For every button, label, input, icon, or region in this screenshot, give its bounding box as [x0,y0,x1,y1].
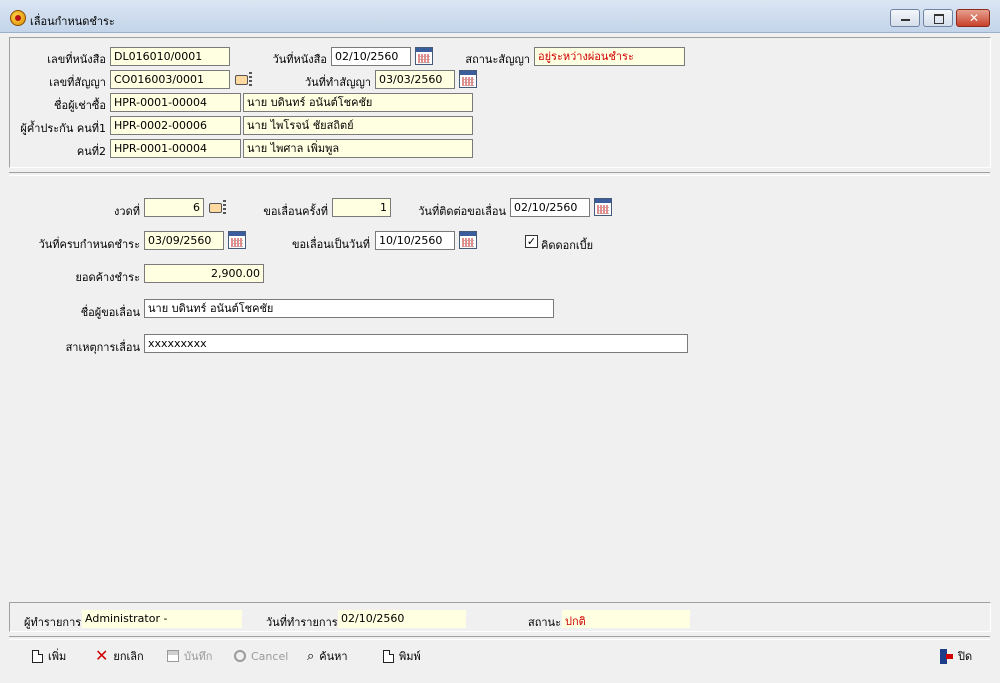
save-button[interactable]: บันทึก [167,645,212,667]
doc-date-calendar-icon[interactable] [415,47,433,65]
outstanding-field: 2,900.00 [144,264,264,283]
print-button[interactable]: พิมพ์ [383,645,421,667]
new-document-icon [32,649,43,663]
charge-interest-label: คิดดอกเบี้ย [541,239,594,252]
buyer-label: ชื่อผู้เช่าซื้อ [54,99,106,112]
guarantor1-code-field[interactable]: HPR-0002-00006 [110,116,241,135]
contract-lookup-pointer-icon[interactable] [235,72,253,86]
contract-date-label: วันที่ทำสัญญา [304,76,371,89]
add-button[interactable]: เพิ่ม [32,645,66,667]
doc-no-label: เลขที่หนังสือ [47,53,106,66]
contract-date-field[interactable]: 03/03/2560 [375,70,455,89]
guarantor2-code-field[interactable]: HPR-0001-00004 [110,139,241,158]
guarantor2-label: คนที่2 [76,145,106,158]
search-button[interactable]: ⌕ ค้นหา [307,645,348,667]
red-x-icon: ✕ [95,646,109,665]
doc-date-label: วันที่หนังสือ [272,53,327,66]
request-count-field: 1 [332,198,391,217]
due-date-calendar-icon[interactable] [228,231,246,249]
request-count-label: ขอเลื่อนครั้งที่ [263,205,328,218]
postpone-to-calendar-icon[interactable] [459,231,477,249]
guarantor2-name-field[interactable]: นาย ไพศาล เพิ่มพูล [243,139,473,158]
toolbar-divider [9,636,990,640]
installment-lookup-pointer-icon[interactable] [209,200,227,214]
contact-date-calendar-icon[interactable] [594,198,612,216]
cancel-edit-button-label: ยกเลิก [113,650,144,663]
due-date-field[interactable]: 03/09/2560 [144,231,224,250]
contract-status-field: อยู่ระหว่างผ่อนชำระ [534,47,685,66]
status-value: ปกติ [562,610,690,628]
operator-label: ผู้ทำรายการ [24,616,82,629]
cancel-button-label: Cancel [251,649,289,663]
contract-no-label: เลขที่สัญญา [49,76,106,89]
add-button-label: เพิ่ม [48,650,67,663]
buyer-code-field[interactable]: HPR-0001-00004 [110,93,241,112]
contract-date-calendar-icon[interactable] [459,70,477,88]
minimize-icon [901,19,910,21]
installment-label: งวดที่ [114,205,140,218]
guarantor1-name-field[interactable]: นาย ไพโรจน์ ชัยสถิตย์ [243,116,473,135]
close-icon: ✕ [969,11,980,25]
save-button-label: บันทึก [184,650,213,663]
doc-date-field[interactable]: 02/10/2560 [331,47,411,66]
requester-label: ชื่อผู้ขอเลื่อน [80,306,140,319]
postpone-to-label: ขอเลื่อนเป็นวันที่ [292,238,370,251]
buyer-name-field[interactable]: นาย บดินทร์ อนันต์โชคชัย [243,93,473,112]
contract-no-field[interactable]: CO016003/0001 [110,70,230,89]
cancel-edit-button[interactable]: ✕ ยกเลิก [95,645,144,667]
minimize-button[interactable] [890,9,920,27]
contact-date-label: วันที่ติดต่อขอเลื่อน [418,205,506,218]
txn-date-value: 02/10/2560 [338,610,466,628]
doc-no-field[interactable]: DL016010/0001 [110,47,230,66]
maximize-icon [934,14,944,24]
save-disk-icon [167,650,179,662]
txn-date-label: วันที่ทำรายการ [266,616,338,629]
operator-value: Administrator - [82,610,242,628]
guarantor1-label: ผู้ค้ำประกัน คนที่1 [20,122,106,135]
app-coin-icon [10,10,26,26]
charge-interest-checkbox[interactable]: ✓ [525,235,538,248]
cancel-button[interactable]: Cancel [234,645,288,667]
contract-status-label: สถานะสัญญา [465,53,530,66]
installment-field[interactable]: 6 [144,198,204,217]
print-document-icon [383,649,394,663]
close-button-label: ปิด [958,650,973,663]
outstanding-label: ยอดค้างชำระ [75,271,140,284]
reason-label: สาเหตุการเลื่อน [65,341,140,354]
close-button[interactable]: ปิด [940,645,972,667]
postpone-to-field[interactable]: 10/10/2560 [375,231,455,250]
title-bar: เลื่อนกำหนดชำระ ✕ [0,0,1000,33]
requester-field[interactable]: นาย บดินทร์ อนันต์โชคชัย [144,299,554,318]
search-button-label: ค้นหา [319,650,348,663]
exit-door-icon [940,648,953,664]
window-title: เลื่อนกำหนดชำระ [30,15,115,28]
cancel-circle-icon [234,650,246,662]
contact-date-field[interactable]: 02/10/2560 [510,198,590,217]
print-button-label: พิมพ์ [399,650,421,663]
section-divider [9,172,990,176]
close-window-button[interactable]: ✕ [956,9,990,27]
binoculars-icon: ⌕ [307,648,315,664]
reason-field[interactable]: xxxxxxxxx [144,334,688,353]
maximize-button[interactable] [923,9,953,27]
status-label: สถานะ [528,616,561,629]
due-date-label: วันที่ครบกำหนดชำระ [38,238,140,251]
